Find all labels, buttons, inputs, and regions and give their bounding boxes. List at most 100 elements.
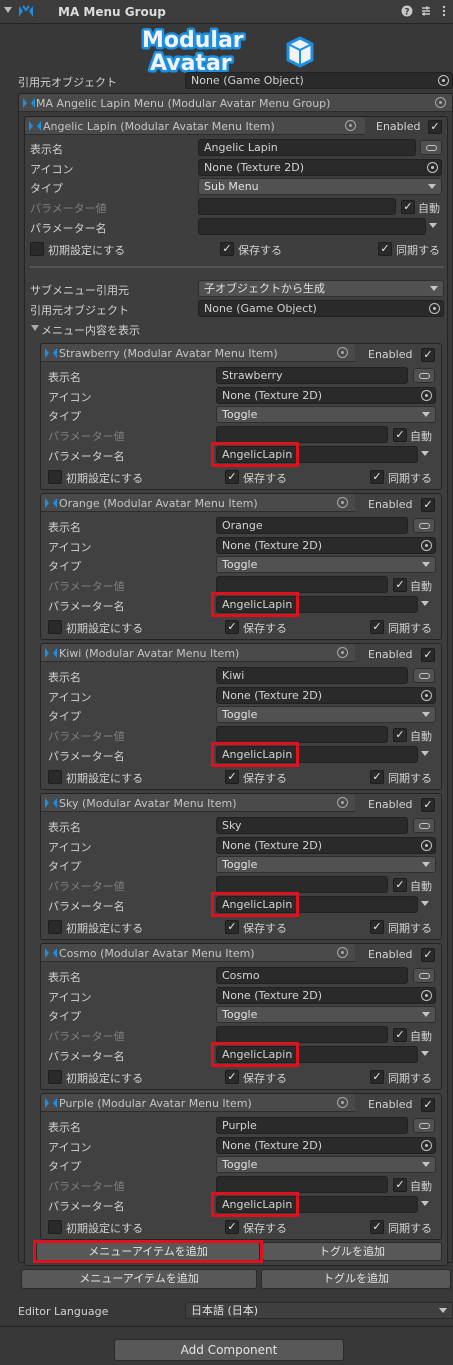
link-icon[interactable] [413,518,435,533]
main-type-dropdown[interactable]: Sub Menu [198,178,442,195]
sync-checkbox[interactable]: ✓ [370,1220,384,1234]
save-checkbox[interactable]: ✓ [225,620,239,634]
param-name-dropdown[interactable] [420,746,434,763]
auto-checkbox[interactable]: ✓ [393,878,407,892]
show-contents-foldout[interactable]: メニュー内容を表示 [41,322,140,338]
add-menu-item-button[interactable]: メニューアイテムを追加 [21,1269,257,1289]
type-dropdown[interactable]: Toggle [216,1156,436,1173]
icon-field[interactable]: None (Texture 2D) [216,837,436,854]
menu-group-header[interactable]: MA Angelic Lapin Menu (Modular Avatar Me… [19,94,452,112]
kebab-menu-icon[interactable] [437,5,451,19]
menu-item-header[interactable]: Cosmo (Modular Avatar Menu Item) [41,944,355,962]
param-value-field[interactable] [216,1176,388,1193]
param-name-dropdown[interactable] [428,218,442,235]
menu-item-header[interactable]: Orange (Modular Avatar Menu Item) [41,494,355,512]
foldout-arrow-icon[interactable] [31,325,39,331]
main-save-checkbox[interactable]: ✓ [220,242,234,256]
param-value-field[interactable] [216,876,388,893]
param-name-dropdown[interactable] [420,896,434,913]
enabled-checkbox[interactable]: ✓ [421,948,435,962]
add-toggle-button[interactable]: トグルを追加 [261,1269,451,1289]
save-checkbox[interactable]: ✓ [225,770,239,784]
param-name-dropdown[interactable] [420,1046,434,1063]
default-checkbox[interactable] [48,1070,62,1084]
link-icon[interactable] [413,1118,435,1133]
default-checkbox[interactable] [48,1220,62,1234]
display-name-field[interactable]: Strawberry [216,367,408,384]
help-icon[interactable]: ? [400,5,414,19]
object-picker-icon[interactable] [438,75,449,86]
auto-checkbox[interactable]: ✓ [393,578,407,592]
icon-field[interactable]: None (Texture 2D) [216,387,436,404]
sync-checkbox[interactable]: ✓ [370,920,384,934]
main-param-name-field[interactable] [198,218,426,235]
enabled-checkbox[interactable]: ✓ [421,798,435,812]
submenu-source-dropdown[interactable]: 子オブジェクトから生成 [198,280,444,297]
default-checkbox[interactable] [48,620,62,634]
object-select-icon[interactable] [337,947,348,958]
sync-checkbox[interactable]: ✓ [370,620,384,634]
object-select-icon[interactable] [337,797,348,808]
main-auto-checkbox[interactable]: ✓ [401,200,415,214]
sync-checkbox[interactable]: ✓ [370,470,384,484]
display-name-field[interactable]: Sky [216,817,408,834]
object-picker-icon[interactable] [429,303,440,314]
type-dropdown[interactable]: Toggle [216,556,436,573]
main-sync-checkbox[interactable]: ✓ [378,242,392,256]
link-icon[interactable] [413,368,435,383]
sync-checkbox[interactable]: ✓ [370,1070,384,1084]
object-picker-icon[interactable] [421,690,432,701]
menu-item-header[interactable]: Sky (Modular Avatar Menu Item) [41,794,355,812]
display-name-field[interactable]: Purple [216,1117,408,1134]
enabled-checkbox[interactable]: ✓ [421,1098,435,1112]
object-select-icon[interactable] [337,347,348,358]
default-checkbox[interactable] [48,920,62,934]
icon-field[interactable]: None (Texture 2D) [216,687,436,704]
editor-language-dropdown[interactable]: 日本語 (日本) [185,1302,453,1319]
object-select-icon[interactable] [435,97,446,108]
icon-field[interactable]: None (Texture 2D) [216,987,436,1004]
type-dropdown[interactable]: Toggle [216,1006,436,1023]
main-param-value-field[interactable] [198,198,396,215]
object-picker-icon[interactable] [421,840,432,851]
auto-checkbox[interactable]: ✓ [393,1028,407,1042]
type-dropdown[interactable]: Toggle [216,406,436,423]
main-display-name-field[interactable]: Angelic Lapin [198,139,416,156]
link-icon[interactable] [413,668,435,683]
enabled-checkbox[interactable]: ✓ [421,648,435,662]
add-toggle-button-inner[interactable]: トグルを追加 [262,1242,442,1261]
icon-field[interactable]: None (Texture 2D) [216,1137,436,1154]
source-object-field[interactable]: None (Game Object) [198,300,444,317]
save-checkbox[interactable]: ✓ [225,470,239,484]
save-checkbox[interactable]: ✓ [225,920,239,934]
object-picker-icon[interactable] [421,390,432,401]
main-enabled-checkbox[interactable]: ✓ [428,120,442,134]
menu-item-header[interactable]: Kiwi (Modular Avatar Menu Item) [41,644,355,662]
main-menu-item-header[interactable]: Angelic Lapin (Modular Avatar Menu Item) [25,117,365,135]
object-select-icon[interactable] [337,1097,348,1108]
default-checkbox[interactable] [48,470,62,484]
save-checkbox[interactable]: ✓ [225,1070,239,1084]
param-value-field[interactable] [216,576,388,593]
param-value-field[interactable] [216,726,388,743]
menu-item-header[interactable]: Purple (Modular Avatar Menu Item) [41,1094,355,1112]
display-name-field[interactable]: Kiwi [216,667,408,684]
enabled-checkbox[interactable]: ✓ [421,348,435,362]
main-default-checkbox[interactable] [30,242,44,256]
object-picker-icon[interactable] [421,990,432,1001]
display-name-field[interactable]: Orange [216,517,408,534]
type-dropdown[interactable]: Toggle [216,706,436,723]
type-dropdown[interactable]: Toggle [216,856,436,873]
param-value-field[interactable] [216,426,388,443]
param-name-dropdown[interactable] [420,446,434,463]
icon-field[interactable]: None (Texture 2D) [216,537,436,554]
default-checkbox[interactable] [48,770,62,784]
display-name-field[interactable]: Cosmo [216,967,408,984]
enabled-checkbox[interactable]: ✓ [421,498,435,512]
preset-icon[interactable] [419,5,433,19]
group-source-field[interactable]: None (Game Object) [185,72,453,89]
link-icon[interactable] [413,818,435,833]
object-select-icon[interactable] [337,647,348,658]
link-icon[interactable] [413,968,435,983]
object-select-icon[interactable] [345,120,356,131]
